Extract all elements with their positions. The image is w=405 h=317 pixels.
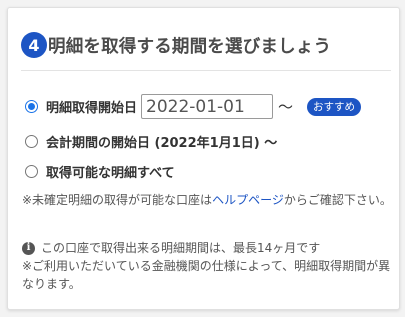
help-page-link[interactable]: ヘルプページ: [212, 193, 284, 207]
period-selection-card: 4 明細を取得する期間を選びましょう 明細取得開始日 〜 おすすめ 会計期間の開…: [7, 7, 400, 310]
unconfirmed-statements-note: ※未確定明細の取得が可能な口座はヘルプページからご確認下さい。: [22, 191, 394, 209]
divider: [21, 70, 391, 71]
institution-spec-note: ※ご利用いただいている金融機関の仕様によって、明細取得期間が異なります。: [22, 259, 391, 291]
radio-selected-dot: [28, 103, 35, 110]
radio-all-statements[interactable]: [25, 165, 38, 178]
section-title: 明細を取得する期間を選びましょう: [48, 36, 332, 57]
period-info: i この口座で取得出来る明細期間は、最長14ヶ月です ※ご利用いただいている金融…: [22, 239, 394, 293]
option-start-date-label: 明細取得開始日: [46, 101, 138, 116]
section-header: 4 明細を取得する期間を選びましょう: [21, 32, 331, 58]
option-fiscal-period-start[interactable]: 会計期間の開始日 (2022年1月1日) 〜: [25, 132, 277, 151]
max-period-text: この口座で取得出来る明細期間は、最長14ヶ月です: [41, 241, 321, 255]
option-start-date[interactable]: 明細取得開始日 〜 おすすめ: [25, 94, 362, 119]
radio-start-date[interactable]: [25, 100, 38, 113]
option-all-statements-label: 取得可能な明細すべて: [46, 166, 175, 181]
recommended-badge: おすすめ: [307, 97, 362, 116]
note-text-after: からご確認下さい。: [283, 193, 392, 207]
range-tilde: 〜: [278, 98, 294, 116]
option-all-statements[interactable]: 取得可能な明細すべて: [25, 162, 175, 181]
radio-fiscal-period-start[interactable]: [25, 135, 38, 148]
info-line: i この口座で取得出来る明細期間は、最長14ヶ月です: [22, 239, 394, 257]
note-text-before: ※未確定明細の取得が可能な口座は: [22, 193, 213, 207]
info-icon: i: [22, 241, 35, 255]
start-date-input[interactable]: [141, 94, 274, 119]
step-number-badge: 4: [21, 32, 47, 58]
option-fiscal-period-label: 会計期間の開始日 (2022年1月1日) 〜: [46, 136, 278, 151]
